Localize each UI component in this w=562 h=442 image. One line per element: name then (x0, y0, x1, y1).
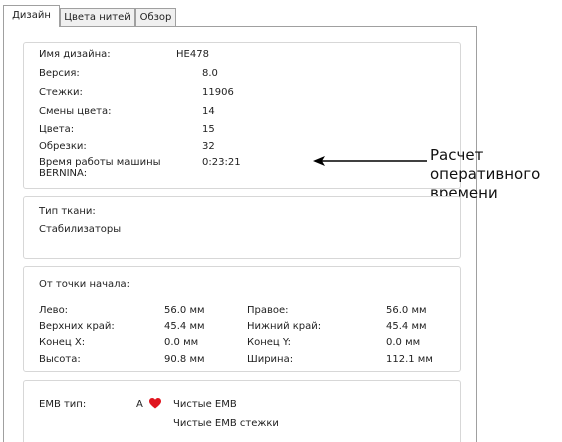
width-label: Ширина: (247, 354, 294, 365)
emb-type-line-1: Чистые EMB (173, 399, 237, 410)
end-x-value: 0.0 мм (164, 337, 199, 348)
machine-runtime-label: Время работы машины BERNINA: (39, 157, 161, 179)
end-y-value: 0.0 мм (386, 337, 421, 348)
stitches-value: 11906 (202, 87, 234, 98)
stabilizers-label: Стабилизаторы (39, 224, 122, 235)
width-value: 112.1 мм (386, 354, 433, 365)
height-label: Высота: (39, 354, 81, 365)
origin-heading: От точки начала: (39, 279, 131, 290)
trims-label: Обрезки: (39, 141, 87, 152)
callout-line-2: оперативного (430, 165, 541, 183)
left-label: Лево: (39, 305, 69, 316)
tab-design[interactable]: Дизайн (3, 5, 60, 27)
top-edge-label: Верхних край: (39, 321, 115, 332)
design-name-label: Имя дизайна: (39, 49, 111, 60)
color-changes-label: Смены цвета: (39, 106, 112, 117)
right-value: 56.0 мм (386, 305, 427, 316)
top-edge-value: 45.4 мм (164, 321, 205, 332)
version-label: Версия: (39, 68, 80, 79)
heart-icon (149, 398, 161, 409)
design-name-value: HE478 (176, 49, 209, 60)
fabric-type-label: Тип ткани: (39, 206, 96, 217)
end-x-label: Конец X: (39, 337, 86, 348)
callout-runtime-calculation: Расчет оперативного времени (430, 146, 540, 203)
right-label: Правое: (247, 305, 289, 316)
colors-value: 15 (202, 124, 215, 135)
emb-type-letter: A (136, 399, 143, 410)
emb-type-line-2: Чистые EMB стежки (173, 418, 279, 429)
bottom-edge-label: Нижний край: (247, 321, 322, 332)
tab-overview[interactable]: Обзор (135, 8, 176, 26)
version-value: 8.0 (202, 68, 218, 79)
callout-line-1: Расчет (430, 146, 484, 164)
stitches-label: Стежки: (39, 87, 83, 98)
colors-label: Цвета: (39, 124, 75, 135)
color-changes-value: 14 (202, 106, 215, 117)
height-value: 90.8 мм (164, 354, 205, 365)
emb-type-label: EMB тип: (39, 399, 87, 410)
trims-value: 32 (202, 141, 215, 152)
machine-runtime-value: 0:23:21 (202, 157, 241, 168)
bottom-edge-value: 45.4 мм (386, 321, 427, 332)
tab-thread-colors[interactable]: Цвета нитей (60, 8, 135, 26)
emb-type-group (23, 380, 461, 442)
end-y-label: Конец Y: (247, 337, 292, 348)
left-value: 56.0 мм (164, 305, 205, 316)
